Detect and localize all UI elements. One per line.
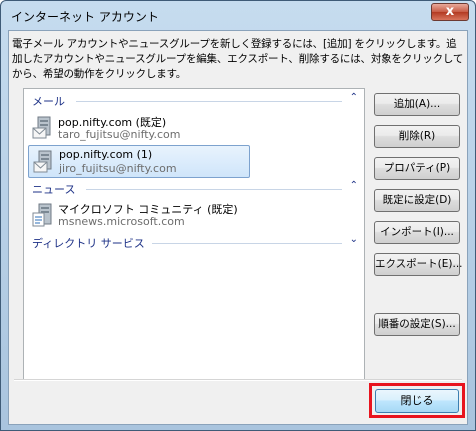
chevron-down-icon[interactable]: ⌄: [350, 234, 358, 245]
chevron-up-icon[interactable]: ⌃: [350, 180, 358, 191]
import-button[interactable]: インポート(I)...: [374, 221, 460, 244]
list-item-account[interactable]: pop.nifty.com (既定) taro_fujitsu@nifty.co…: [28, 112, 250, 145]
list-item-account-selected[interactable]: pop.nifty.com (1) jiro_fujitsu@nifty.com: [28, 145, 250, 178]
dialog-body: 電子メール アカウントやニュースグループを新しく登録するには、[追加] をクリッ…: [8, 30, 468, 425]
group-divider: [152, 243, 342, 244]
group-header-directory[interactable]: ディレクトリ サービス ⌄: [24, 234, 364, 251]
group-label-directory: ディレクトリ サービス: [32, 237, 145, 250]
list-item-news-account[interactable]: マイクロソフト コミュニティ (既定) msnews.microsoft.com: [28, 199, 288, 232]
group-label-mail: メール: [32, 95, 65, 108]
accounts-list[interactable]: メール ⌃ pop.nifty.com (既定) taro_fujitsu@ni…: [23, 88, 365, 380]
remove-button[interactable]: 削除(R): [374, 125, 460, 148]
internet-accounts-window: インターネット アカウント x 電子メール アカウントやニュースグループを新しく…: [0, 0, 476, 431]
group-divider: [76, 101, 342, 102]
group-label-news: ニュース: [32, 183, 76, 196]
close-icon: x: [445, 4, 455, 19]
window-title: インターネット アカウント: [11, 10, 159, 24]
mail-server-icon: [32, 116, 51, 139]
mail-server-icon: [33, 150, 52, 173]
set-order-button[interactable]: 順番の設定(S)...: [374, 313, 460, 336]
instructions-text: 電子メール アカウントやニュースグループを新しく登録するには、[追加] をクリッ…: [12, 38, 464, 80]
group-divider: [86, 189, 342, 190]
account-server: msnews.microsoft.com: [58, 215, 185, 228]
properties-button[interactable]: プロパティ(P): [374, 157, 460, 180]
account-email: taro_fujitsu@nifty.com: [58, 128, 181, 141]
group-header-news[interactable]: ニュース ⌃: [24, 180, 364, 197]
news-server-icon: [32, 203, 52, 227]
account-email: jiro_fujitsu@nifty.com: [59, 162, 177, 175]
set-default-button[interactable]: 既定に設定(D): [374, 189, 460, 212]
title-bar[interactable]: インターネット アカウント x: [1, 1, 475, 31]
export-button[interactable]: エクスポート(E)...: [374, 253, 463, 276]
group-header-mail[interactable]: メール ⌃: [24, 92, 364, 109]
account-name: pop.nifty.com (1): [59, 148, 153, 161]
chevron-up-icon[interactable]: ⌃: [350, 92, 358, 103]
footer-divider: [14, 379, 462, 381]
close-button[interactable]: 閉じる: [375, 389, 459, 413]
add-button[interactable]: 追加(A)...: [374, 93, 460, 116]
window-close-button[interactable]: x: [431, 3, 469, 21]
